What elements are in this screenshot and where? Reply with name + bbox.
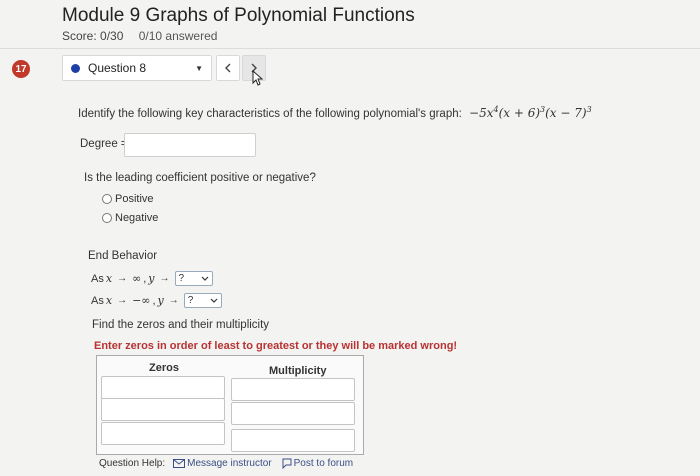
- end-behavior-row-positive: As x → ∞ , y → ?: [91, 271, 213, 286]
- radio-circle-icon: [102, 194, 112, 204]
- mouse-cursor-icon: [252, 70, 263, 86]
- chevron-down-icon: [210, 298, 218, 303]
- question-help: Question Help: Message instructor Post t…: [99, 458, 363, 469]
- post-to-forum-link[interactable]: Post to forum: [282, 458, 353, 469]
- degree-input[interactable]: [124, 133, 256, 157]
- degree-label: Degree =: [80, 138, 128, 150]
- message-instructor-link[interactable]: Message instructor: [173, 458, 272, 469]
- caret-down-icon: ▼: [195, 64, 203, 73]
- multiplicity-input-1[interactable]: [231, 378, 355, 401]
- multiplicity-column-header: Multiplicity: [269, 365, 327, 377]
- end-behavior-title: End Behavior: [88, 250, 158, 262]
- positive-label: Positive: [115, 193, 154, 205]
- radio-circle-icon: [102, 213, 112, 223]
- zero-input-3[interactable]: [101, 422, 225, 445]
- chevron-down-icon: [201, 276, 208, 281]
- zeros-warning: Enter zeros in order of least to greates…: [94, 340, 458, 352]
- score-text: Score: 0/30: [62, 29, 124, 43]
- end-behavior-row-negative: As x → −∞ , y → ?: [91, 293, 222, 308]
- question-select[interactable]: Question 8 ▼: [62, 55, 212, 81]
- arrow-right-icon: →: [117, 295, 128, 306]
- leading-coefficient-question: Is the leading coefficient positive or n…: [84, 172, 316, 184]
- prompt-text: Identify the following key characteristi…: [78, 108, 462, 120]
- multiplicity-input-2[interactable]: [231, 402, 355, 425]
- zero-input-1[interactable]: [101, 376, 225, 399]
- end-behavior-select-positive[interactable]: ?: [174, 271, 213, 286]
- question-number-badge: 17: [12, 60, 30, 78]
- arrow-right-icon: →: [159, 273, 170, 284]
- header-divider: [0, 48, 700, 49]
- arrow-right-icon: →: [168, 295, 179, 306]
- question-prompt: Identify the following key characteristi…: [78, 105, 592, 120]
- question-help-label: Question Help:: [99, 458, 166, 469]
- negative-radio[interactable]: Negative: [102, 212, 158, 224]
- arrow-right-icon: →: [117, 273, 128, 284]
- score-line: Score: 0/30 0/10 answered: [62, 29, 217, 43]
- end-behavior-select-negative[interactable]: ?: [183, 293, 222, 308]
- polynomial-expression: −5x4(x + 6)3(x − 7)3: [469, 105, 592, 120]
- status-dot-icon: [71, 63, 80, 73]
- positive-radio[interactable]: Positive: [102, 193, 154, 205]
- speech-bubble-icon: [282, 458, 292, 469]
- chevron-left-icon: [225, 63, 231, 73]
- previous-question-button[interactable]: [216, 55, 240, 81]
- multiplicity-input-3[interactable]: [231, 429, 355, 452]
- envelope-icon: [173, 459, 186, 468]
- negative-label: Negative: [115, 212, 159, 224]
- answered-count: 0/10 answered: [138, 29, 218, 43]
- page-title: Module 9 Graphs of Polynomial Functions: [62, 5, 415, 26]
- question-select-label: Question 8: [88, 61, 147, 75]
- zeros-column-header: Zeros: [149, 362, 179, 374]
- zeros-table: Zeros Multiplicity: [96, 355, 364, 455]
- zero-input-2[interactable]: [101, 398, 225, 421]
- zeros-title: Find the zeros and their multiplicity: [92, 319, 270, 331]
